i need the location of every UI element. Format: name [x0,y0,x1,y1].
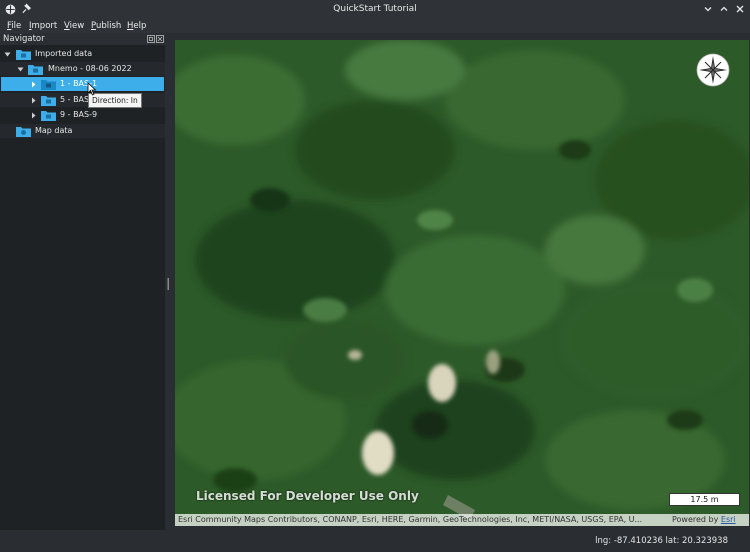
navigator-title: Navigator [3,34,45,44]
expanded-arrow-icon[interactable] [4,51,11,58]
close-panel-icon[interactable] [156,35,164,43]
folder-icon [16,127,31,137]
folder-icon [41,111,56,121]
splitter-grip-icon[interactable] [167,278,170,290]
status-bar: lng: -87.410236 lat: 20.323938 [0,530,750,551]
menu-publish-label: ublish [95,21,122,31]
menu-view-label: iew [69,21,85,31]
cursor-coordinates: lng: -87.410236 lat: 20.323938 [595,536,728,546]
chevron-down-icon[interactable] [702,3,714,15]
tree-item-bas-9[interactable]: 9 - BAS-9 [0,108,165,122]
tree-item-mnemo[interactable]: Mnemo - 08-06 2022 [0,62,165,76]
menu-file[interactable]: File [7,19,21,33]
attribution-text[interactable]: Esri Community Maps Contributors, CONANP… [178,514,663,526]
tree-item-map-data[interactable]: Map data [0,124,165,138]
collapsed-arrow-icon[interactable] [30,97,37,104]
tree-label: 9 - BAS-9 [60,110,98,119]
menu-help[interactable]: Help [127,19,146,33]
menu-help-label: elp [133,21,147,31]
tree-item-bas-1[interactable]: 1 - BAS-1 [1,77,164,91]
window-title: QuickStart Tutorial [333,4,417,14]
tree-label: Map data [35,126,73,135]
map-view[interactable]: Licensed For Developer Use Only 17.5 m E… [175,40,749,526]
tree-label: Imported data [35,49,93,58]
navigator-header: Navigator [0,33,165,45]
menu-view[interactable]: View [64,19,84,33]
powered-by-prefix: Powered by [672,515,721,524]
menu-publish[interactable]: Publish [91,19,121,33]
menu-import[interactable]: Import [29,19,57,33]
chevron-up-icon[interactable] [718,3,730,15]
satellite-imagery[interactable] [175,40,749,526]
menu-bar: File Import View Publish Help [0,19,750,33]
collapsed-arrow-icon[interactable] [30,81,37,88]
float-panel-icon[interactable] [147,35,155,43]
compass-icon[interactable] [696,53,730,87]
tree-item-imported-data[interactable]: Imported data [0,47,165,61]
folder-icon [41,80,56,90]
folder-icon [41,96,56,106]
menu-file-label: ile [11,21,22,31]
collapsed-arrow-icon[interactable] [30,112,37,119]
esri-link[interactable]: Esri [721,515,736,524]
license-watermark: Licensed For Developer Use Only [196,489,419,503]
tree-label: Mnemo - 08-06 2022 [48,64,132,73]
folder-icon [16,50,31,60]
menu-import-label: mport [31,21,58,31]
mouse-pointer-icon [87,82,97,96]
attribution-bar: Esri Community Maps Contributors, CONANP… [175,514,749,526]
powered-by: Powered by Esri [672,514,736,526]
close-icon[interactable] [734,3,746,15]
scale-bar: 17.5 m [669,493,740,506]
folder-icon [28,65,43,75]
title-bar: QuickStart Tutorial [0,0,750,19]
expanded-arrow-icon[interactable] [17,66,24,73]
